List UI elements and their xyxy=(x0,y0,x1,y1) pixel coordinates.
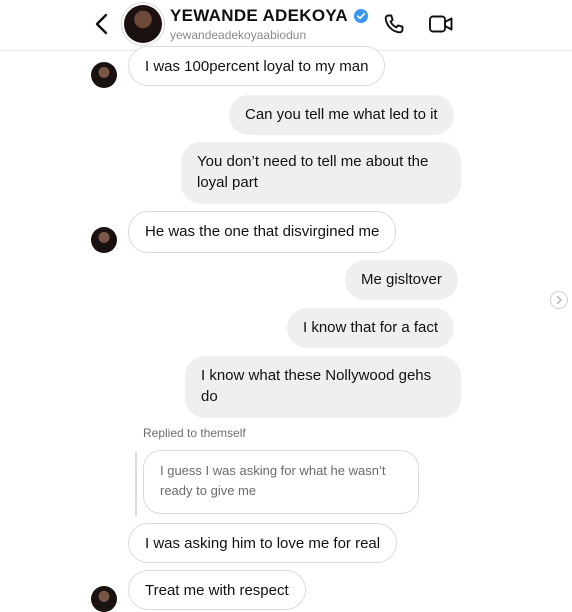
message-bubble-outgoing[interactable]: You don’t need to tell me about the loya… xyxy=(181,142,461,204)
phone-icon[interactable] xyxy=(382,12,406,36)
quoted-message[interactable]: I guess I was asking for what he wasn’t … xyxy=(143,450,419,514)
chevron-left-icon[interactable] xyxy=(92,12,112,36)
message-bubble-outgoing[interactable]: I know what these Nollywood gehs do xyxy=(185,356,461,418)
contact-handle: yewandeadekoyaabiodun xyxy=(170,28,307,42)
reply-label: Replied to themself xyxy=(143,426,246,440)
message-bubble-incoming[interactable]: Treat me with respect xyxy=(128,570,306,610)
avatar xyxy=(91,586,117,612)
avatar xyxy=(91,227,117,253)
message-bubble-outgoing[interactable]: Me gisltover xyxy=(345,260,458,300)
contact-info[interactable]: YEWANDE ADEKOYA yewandeadekoyaabiodun xyxy=(170,6,368,42)
message-bubble-incoming[interactable]: He was the one that disvirgined me xyxy=(128,211,397,253)
contact-name: YEWANDE ADEKOYA xyxy=(170,6,348,25)
message-bubble-incoming[interactable]: I was asking him to love me for real xyxy=(128,523,398,563)
reply-indicator xyxy=(135,452,137,516)
message-bubble-outgoing[interactable]: Can you tell me what led to it xyxy=(229,95,454,135)
verified-badge-icon xyxy=(354,9,368,23)
message-bubble-incoming[interactable]: I was 100percent loyal to my man xyxy=(128,46,386,86)
chat-header: YEWANDE ADEKOYA yewandeadekoyaabiodun xyxy=(0,0,572,51)
next-button[interactable] xyxy=(550,291,568,309)
message-bubble-outgoing[interactable]: I know that for a fact xyxy=(287,308,455,348)
chevron-right-icon xyxy=(556,295,562,305)
avatar[interactable] xyxy=(124,5,162,43)
avatar xyxy=(91,62,117,88)
video-camera-icon[interactable] xyxy=(428,12,454,36)
